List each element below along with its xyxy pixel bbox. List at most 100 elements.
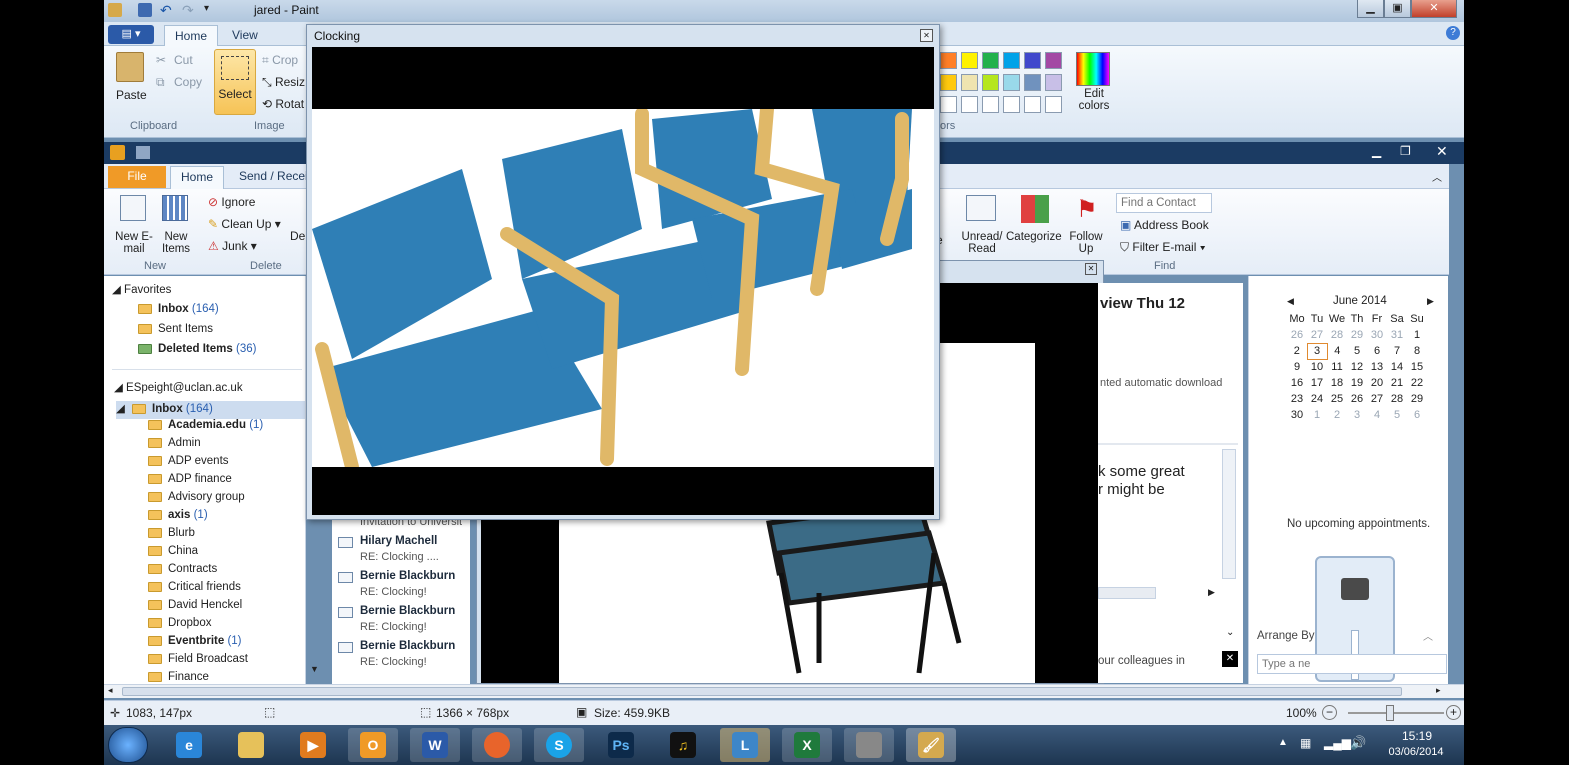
collapse-ribbon-icon[interactable]: ︿	[1432, 169, 1442, 184]
taskbar-file-explorer[interactable]	[226, 728, 276, 762]
calendar-day[interactable]: 26	[1287, 327, 1307, 343]
taskbar-excel[interactable]: X	[782, 728, 832, 762]
calendar-day[interactable]: 7	[1387, 343, 1407, 359]
calendar-day[interactable]: 17	[1307, 375, 1327, 391]
folder-item[interactable]: Blurb	[148, 527, 305, 545]
folder-item[interactable]: axis (1)	[148, 509, 305, 527]
calendar-day[interactable]: 21	[1387, 375, 1407, 391]
calendar-day[interactable]: 12	[1347, 359, 1367, 375]
color-swatch[interactable]	[1024, 74, 1041, 91]
scrollbar-thumb[interactable]	[122, 687, 1402, 696]
tray-device-icon[interactable]: ▦	[1300, 736, 1311, 750]
outlook-minimize-button[interactable]: ▁	[1372, 144, 1381, 158]
folder-item[interactable]: China	[148, 545, 305, 563]
scroll-left-icon[interactable]: ◂	[108, 685, 113, 696]
calendar-day[interactable]: 5	[1347, 343, 1367, 359]
paint-tab-view[interactable]: View	[222, 25, 268, 46]
calendar-day[interactable]: 10	[1307, 359, 1327, 375]
follow-up-flag-icon[interactable]: ⚑	[1076, 195, 1098, 224]
message-item[interactable]: Bernie Blackburn RE: Clocking!	[332, 568, 470, 603]
reading-pane-h-scrollbar[interactable]	[1098, 587, 1156, 599]
arrange-by-label[interactable]: Arrange By	[1257, 630, 1315, 642]
folder-item[interactable]: Dropbox	[148, 617, 305, 635]
color-swatch[interactable]	[982, 74, 999, 91]
save-icon[interactable]	[138, 3, 152, 17]
resize-button[interactable]: ⤡ Resiz	[262, 75, 305, 90]
paste-button[interactable]: Paste	[116, 88, 147, 102]
calendar-day[interactable]: 6	[1407, 407, 1427, 423]
calendar-day[interactable]: 1	[1307, 407, 1327, 423]
color-swatch[interactable]	[1003, 52, 1020, 69]
new-task-input[interactable]	[1257, 654, 1447, 674]
color-swatch[interactable]	[1024, 52, 1041, 69]
calendar-day[interactable]: 1	[1407, 327, 1427, 343]
calendar-day[interactable]: 13	[1367, 359, 1387, 375]
unread-read-icon[interactable]	[966, 195, 996, 221]
calendar-day[interactable]: 2	[1287, 343, 1307, 359]
edit-colors-button[interactable]: Edit colors	[1074, 88, 1114, 112]
folder-item[interactable]: Contracts	[148, 563, 305, 581]
calendar-day[interactable]: 15	[1407, 359, 1427, 375]
clock-date[interactable]: 03/06/2014	[1374, 746, 1458, 758]
outlook-tab-file[interactable]: File	[108, 166, 166, 188]
send-receive-quick-icon[interactable]	[136, 146, 150, 159]
volume-icon[interactable]: 🔊	[1350, 735, 1366, 751]
paint-app-icon[interactable]	[108, 3, 122, 17]
color-swatch[interactable]	[1024, 96, 1041, 113]
outlook-tab-home[interactable]: Home	[170, 166, 225, 189]
color-swatch[interactable]	[940, 52, 957, 69]
color-swatch[interactable]	[961, 74, 978, 91]
redo-icon[interactable]: ↷	[182, 2, 194, 19]
favorite-inbox[interactable]: Inbox (164)	[138, 303, 305, 321]
crop-button[interactable]: ⌗ Crop	[262, 53, 298, 68]
categorize-icon[interactable]	[1021, 195, 1049, 223]
color-swatch[interactable]	[940, 74, 957, 91]
show-hidden-icons[interactable]: ▲	[1278, 737, 1288, 748]
calendar-day[interactable]: 30	[1367, 327, 1387, 343]
zoom-slider[interactable]	[1348, 712, 1444, 714]
message-list-scroll-down-icon[interactable]: ▼	[310, 664, 319, 674]
address-book-button[interactable]: ▣ Address Book	[1120, 218, 1209, 232]
paste-icon[interactable]	[116, 52, 144, 82]
junk-button[interactable]: ⚠ Junk ▾	[208, 239, 257, 253]
taskbar-photoshop[interactable]: Ps	[596, 728, 646, 762]
calendar-day[interactable]: 18	[1327, 375, 1347, 391]
calendar-day[interactable]: 4	[1327, 343, 1347, 359]
color-swatch[interactable]	[940, 96, 957, 113]
message-item[interactable]: Bernie Blackburn RE: Clocking!	[332, 638, 470, 673]
follow-up-button[interactable]: Follow Up	[1066, 231, 1106, 255]
reading-pane-scrollbar[interactable]	[1222, 449, 1236, 579]
calendar-day[interactable]: 29	[1407, 391, 1427, 407]
customize-quick-access-icon[interactable]: ▾	[204, 3, 209, 14]
folder-item[interactable]: ADP events	[148, 455, 305, 473]
calendar-day[interactable]: 6	[1367, 343, 1387, 359]
outlook-close-button[interactable]: ✕	[1436, 143, 1448, 160]
calendar-day[interactable]: 16	[1287, 375, 1307, 391]
calendar-day[interactable]: 19	[1347, 375, 1367, 391]
paint-menu-button[interactable]: ▤ ▾	[108, 25, 154, 44]
canvas-horizontal-scrollbar[interactable]: ◂ ▸	[104, 684, 1464, 698]
taskbar-lync[interactable]: L	[720, 728, 770, 762]
taskbar-app[interactable]	[844, 728, 894, 762]
taskbar-firefox[interactable]	[472, 728, 522, 762]
arrange-sort-icon[interactable]: ︿	[1423, 628, 1433, 643]
calendar-day[interactable]: 27	[1367, 391, 1387, 407]
new-items-icon[interactable]	[162, 195, 188, 221]
taskbar-outlook[interactable]: O	[348, 728, 398, 762]
color-swatch[interactable]	[982, 96, 999, 113]
clock-time[interactable]: 15:19	[1388, 729, 1446, 743]
calendar-day[interactable]: 31	[1387, 327, 1407, 343]
color-swatch[interactable]	[1003, 96, 1020, 113]
folder-item[interactable]: Field Broadcast	[148, 653, 305, 671]
calendar-day[interactable]: 3	[1306, 342, 1328, 360]
favorite-deleted-items[interactable]: Deleted Items (36)	[138, 343, 305, 361]
scroll-right-icon[interactable]: ▶	[1208, 587, 1215, 598]
favorites-header[interactable]: ◢ Favorites	[112, 282, 305, 300]
zoom-in-button[interactable]: +	[1446, 705, 1461, 720]
edit-colors-icon[interactable]	[1076, 52, 1110, 86]
clocking-close-icon[interactable]: ✕	[920, 29, 933, 42]
folder-item[interactable]: Critical friends	[148, 581, 305, 599]
back-window-close-icon[interactable]: ✕	[1085, 263, 1097, 275]
calendar-prev-icon[interactable]: ◀	[1287, 296, 1294, 307]
color-swatch[interactable]	[1045, 96, 1062, 113]
